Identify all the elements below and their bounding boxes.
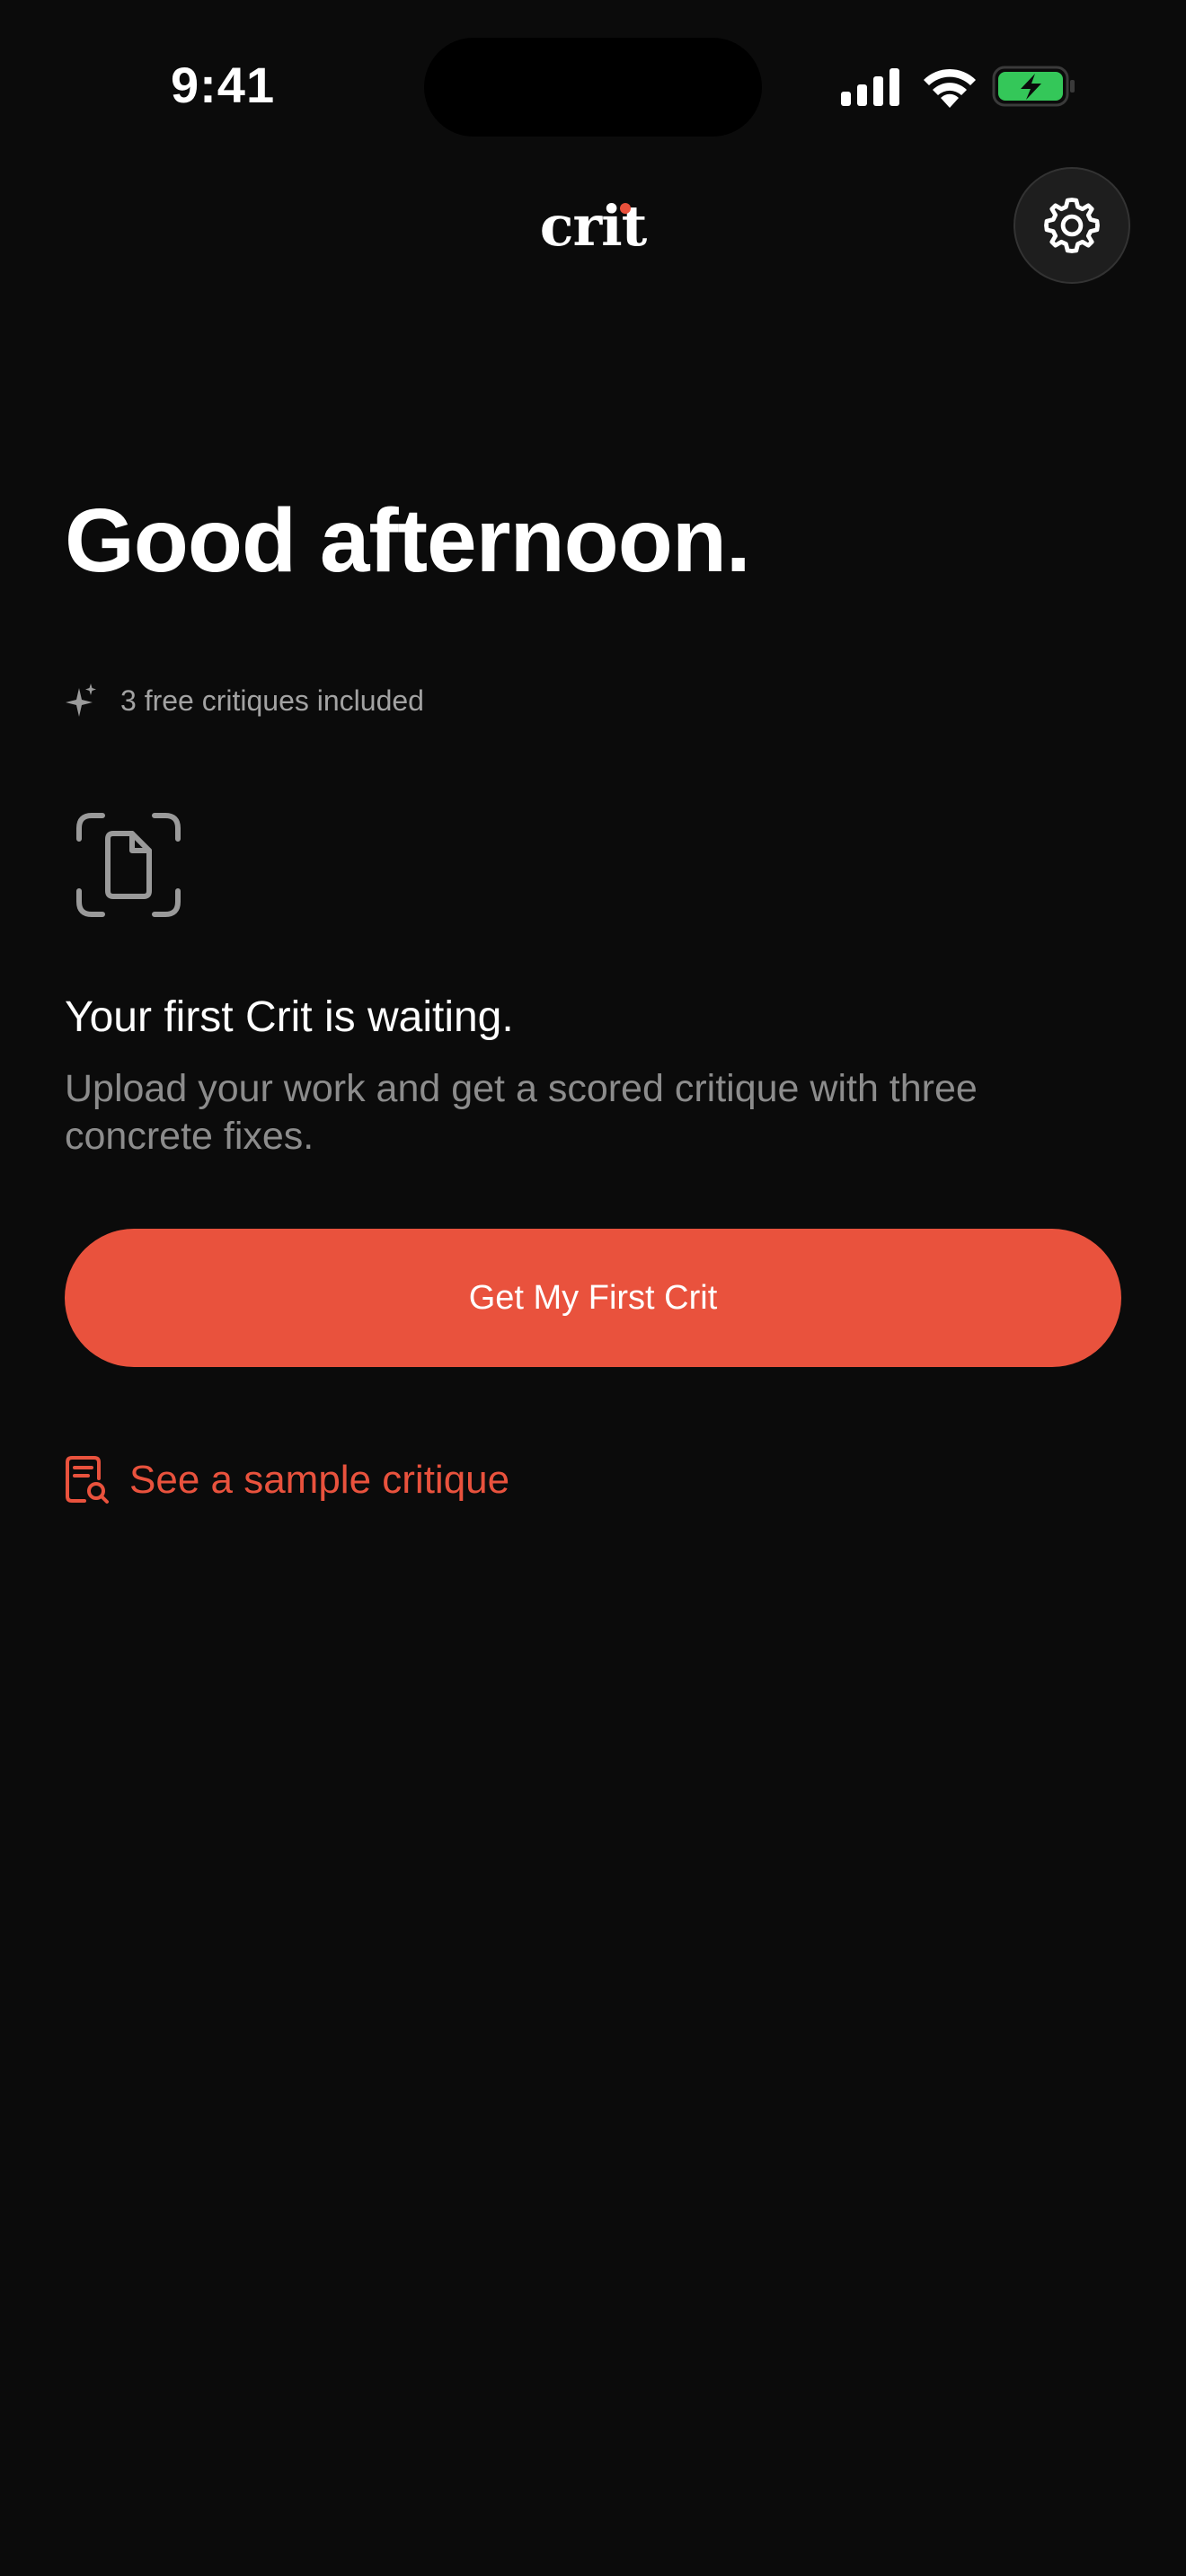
greeting-title: Good afternoon. — [65, 490, 751, 591]
gear-icon — [1044, 198, 1100, 253]
document-scan-icon — [76, 813, 181, 917]
dynamic-island — [424, 38, 762, 137]
cellular-signal-icon — [841, 68, 899, 106]
home-screen: 9:41 crit Good afternoon. 3 free critiqu… — [0, 0, 1186, 2576]
document-search-icon — [66, 1456, 109, 1504]
app-logo: crit — [539, 193, 648, 259]
empty-state-title: Your first Crit is waiting. — [65, 993, 514, 1041]
settings-button[interactable] — [1013, 167, 1130, 284]
battery-charging-icon — [992, 66, 1075, 107]
sample-critique-link[interactable]: See a sample critique — [65, 1451, 509, 1509]
wifi-icon — [924, 68, 976, 108]
free-critiques-text: 3 free critiques included — [120, 684, 424, 717]
logo-accent-dot — [620, 203, 631, 214]
sparkle-icon — [66, 684, 96, 717]
sample-critique-label: See a sample critique — [129, 1458, 510, 1502]
status-time: 9:41 — [171, 57, 276, 113]
free-critiques-badge: 3 free critiques included — [65, 679, 424, 722]
empty-state-subtitle: Upload your work and get a scored critiq… — [65, 1067, 978, 1158]
get-first-crit-button[interactable]: Get My First Crit — [65, 1229, 1121, 1367]
